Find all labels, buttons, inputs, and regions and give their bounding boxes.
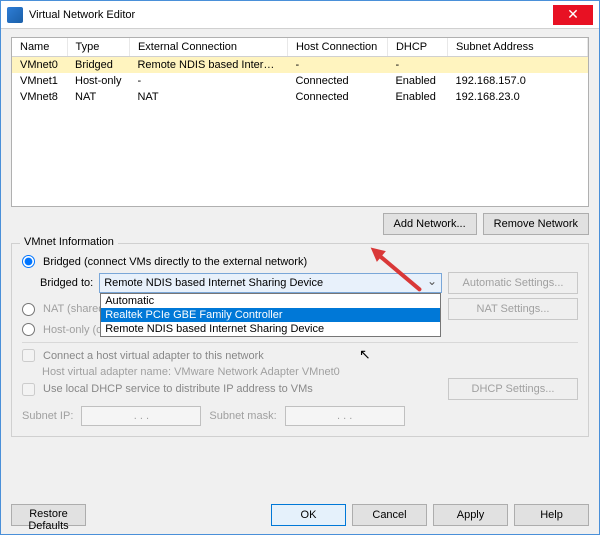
automatic-settings-button[interactable]: Automatic Settings... [448, 272, 578, 294]
bridged-label: Bridged (connect VMs directly to the ext… [43, 256, 307, 268]
cell: 192.168.157.0 [447, 73, 587, 89]
group-title: VMnet Information [20, 236, 118, 248]
titlebar: Virtual Network Editor ✕ [1, 1, 599, 29]
cell: NAT [67, 89, 129, 105]
cell: NAT [129, 89, 287, 105]
cell: VMnet8 [12, 89, 67, 105]
help-button[interactable]: Help [514, 504, 589, 526]
subnet-mask-label: Subnet mask: [209, 410, 276, 422]
cell: - [287, 57, 387, 74]
nat-settings-button[interactable]: NAT Settings... [448, 298, 578, 320]
cell: Connected [287, 89, 387, 105]
cell: - [129, 73, 287, 89]
subnet-ip-label: Subnet IP: [22, 410, 73, 422]
window-title: Virtual Network Editor [29, 9, 553, 21]
cell: Host-only [67, 73, 129, 89]
bridged-radio[interactable] [22, 255, 35, 268]
cell: Bridged [67, 57, 129, 74]
add-network-button[interactable]: Add Network... [383, 213, 477, 235]
use-dhcp-label: Use local DHCP service to distribute IP … [43, 383, 313, 395]
app-icon [7, 7, 23, 23]
table-row[interactable]: VMnet0BridgedRemote NDIS based Interne..… [12, 57, 588, 74]
restore-defaults-button[interactable]: Restore Defaults [11, 504, 86, 526]
cell: VMnet1 [12, 73, 67, 89]
ok-button[interactable]: OK [271, 504, 346, 526]
hostonly-radio[interactable] [22, 323, 35, 336]
col-header[interactable]: Name [12, 38, 67, 57]
use-dhcp-checkbox[interactable] [22, 383, 35, 396]
adapter-name-text: Host virtual adapter name: VMware Networ… [42, 366, 578, 378]
bridged-to-select[interactable]: Remote NDIS based Internet Sharing Devic… [99, 273, 442, 293]
nat-radio[interactable] [22, 303, 35, 316]
nat-label: NAT (shared [43, 303, 104, 315]
annotation-arrow [375, 250, 435, 254]
footer: Restore Defaults OK Cancel Apply Help [11, 504, 589, 526]
cell: VMnet0 [12, 57, 67, 74]
select-value: Remote NDIS based Internet Sharing Devic… [104, 277, 323, 289]
cell: Connected [287, 73, 387, 89]
option-automatic[interactable]: Automatic [101, 294, 440, 308]
cursor-icon: ↖ [359, 346, 371, 363]
vmnet-info-group: VMnet Information Bridged (connect VMs d… [11, 243, 589, 437]
subnet-mask-input[interactable]: . . . [285, 406, 405, 426]
option-realtek[interactable]: Realtek PCIe GBE Family Controller [101, 308, 440, 322]
cancel-button[interactable]: Cancel [352, 504, 427, 526]
cell: Enabled [387, 89, 447, 105]
apply-button[interactable]: Apply [433, 504, 508, 526]
col-header[interactable]: Type [67, 38, 129, 57]
connect-adapter-label: Connect a host virtual adapter to this n… [43, 350, 264, 362]
network-table: NameTypeExternal ConnectionHost Connecti… [11, 37, 589, 207]
subnet-ip-input[interactable]: . . . [81, 406, 201, 426]
close-button[interactable]: ✕ [553, 5, 593, 25]
col-header[interactable]: Host Connection [287, 38, 387, 57]
cell: - [387, 57, 447, 74]
table-row[interactable]: VMnet1Host-only-ConnectedEnabled192.168.… [12, 73, 588, 89]
col-header[interactable]: Subnet Address [447, 38, 587, 57]
window: Virtual Network Editor ✕ NameTypeExterna… [0, 0, 600, 535]
bridged-to-label: Bridged to: [40, 277, 93, 289]
bridged-dropdown: Automatic Realtek PCIe GBE Family Contro… [100, 293, 441, 337]
col-header[interactable]: DHCP [387, 38, 447, 57]
cell: 192.168.23.0 [447, 89, 587, 105]
col-header[interactable]: External Connection [129, 38, 287, 57]
connect-adapter-checkbox[interactable] [22, 349, 35, 362]
remove-network-button[interactable]: Remove Network [483, 213, 589, 235]
table-row[interactable]: VMnet8NATNATConnectedEnabled192.168.23.0 [12, 89, 588, 105]
cell [447, 57, 587, 74]
cell: Remote NDIS based Interne... [129, 57, 287, 74]
dhcp-settings-button[interactable]: DHCP Settings... [448, 378, 578, 400]
option-remote-ndis[interactable]: Remote NDIS based Internet Sharing Devic… [101, 322, 440, 336]
cell: Enabled [387, 73, 447, 89]
